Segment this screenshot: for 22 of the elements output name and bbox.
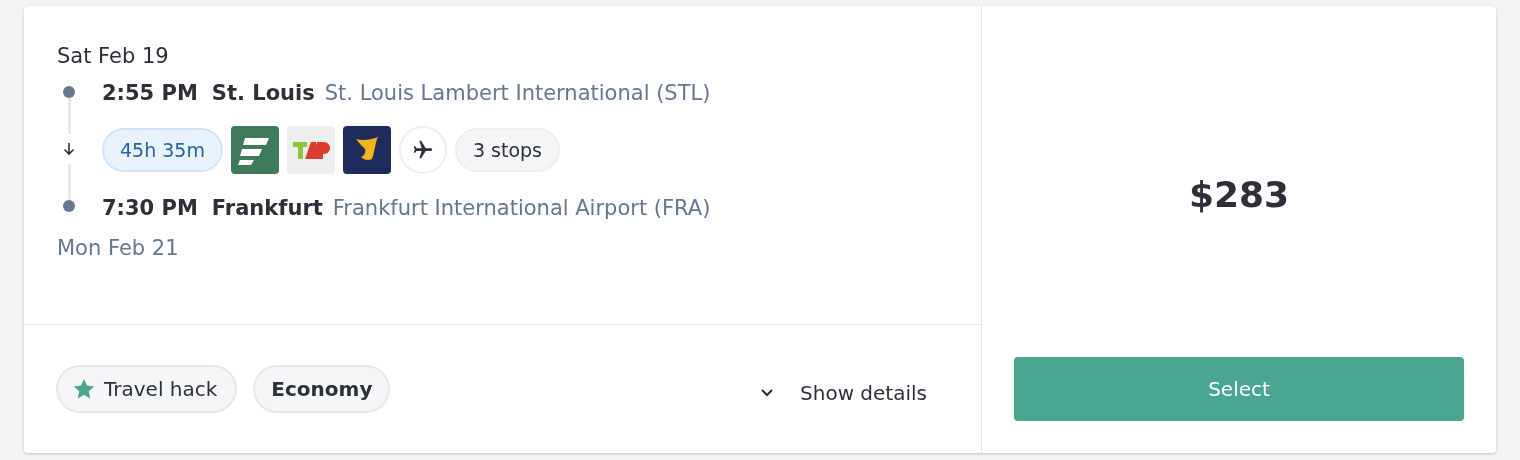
timeline-dot (63, 86, 75, 98)
arrival-time: 7:30 PM (102, 195, 198, 220)
stops-badge: 3 stops (454, 128, 560, 172)
departure-time: 2:55 PM (102, 80, 198, 105)
chevron-down-icon (760, 388, 775, 398)
tag-label: Travel hack (104, 377, 218, 401)
show-details-link[interactable]: Show details (760, 381, 927, 405)
cabin-tag: Economy (253, 365, 391, 413)
airplane-icon (398, 126, 447, 174)
arrival-date: Mon Feb 21 (57, 236, 180, 260)
star-icon (72, 377, 96, 401)
departure-city: St. Louis (211, 80, 315, 105)
arrival-city: Frankfurt (211, 195, 323, 220)
arrow-down-icon (63, 142, 75, 156)
duration-badge: 45h 35m (102, 128, 223, 172)
airline-logo-icon (286, 126, 335, 174)
timeline-dot (63, 200, 75, 212)
airline-logo-icon (230, 126, 279, 174)
departure-airport: St. Louis Lambert International (STL) (324, 80, 711, 105)
departure-date: Sat Feb 19 (57, 44, 170, 68)
arrival-airport: Frankfurt International Airport (FRA) (332, 195, 711, 220)
price: $283 (1188, 174, 1290, 217)
